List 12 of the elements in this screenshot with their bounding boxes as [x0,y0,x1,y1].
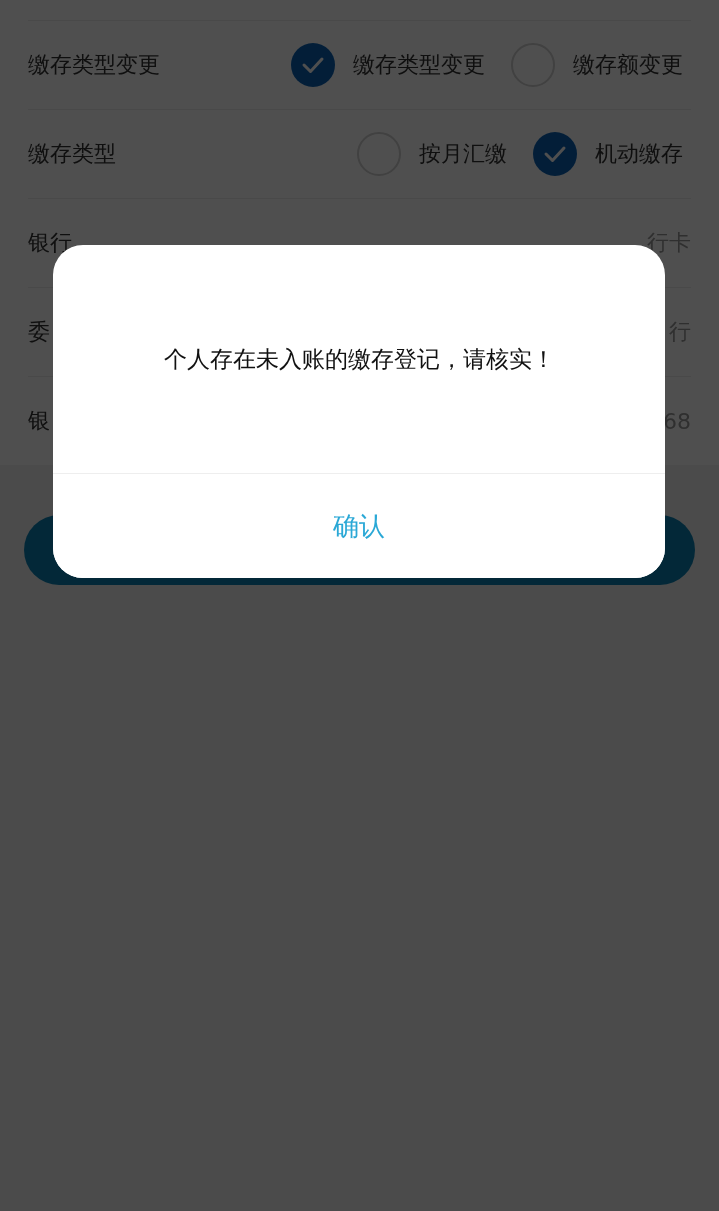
option-label[interactable]: 机动缴存 [595,139,683,169]
option-label[interactable]: 按月汇缴 [419,139,507,169]
option-label[interactable]: 缴存额变更 [573,50,683,80]
radio-button[interactable] [291,43,335,87]
field-label: 缴存类型变更 [28,51,160,79]
radio-button[interactable] [533,132,577,176]
field-label: 缴存类型 [28,140,116,168]
field-label: 银 [28,407,50,435]
field-label: 银行 [28,229,72,257]
option-label[interactable]: 缴存类型变更 [353,50,485,80]
field-label: 委 [28,318,50,346]
dialog-message: 个人存在未入账的缴存登记，请核实！ [163,344,555,374]
